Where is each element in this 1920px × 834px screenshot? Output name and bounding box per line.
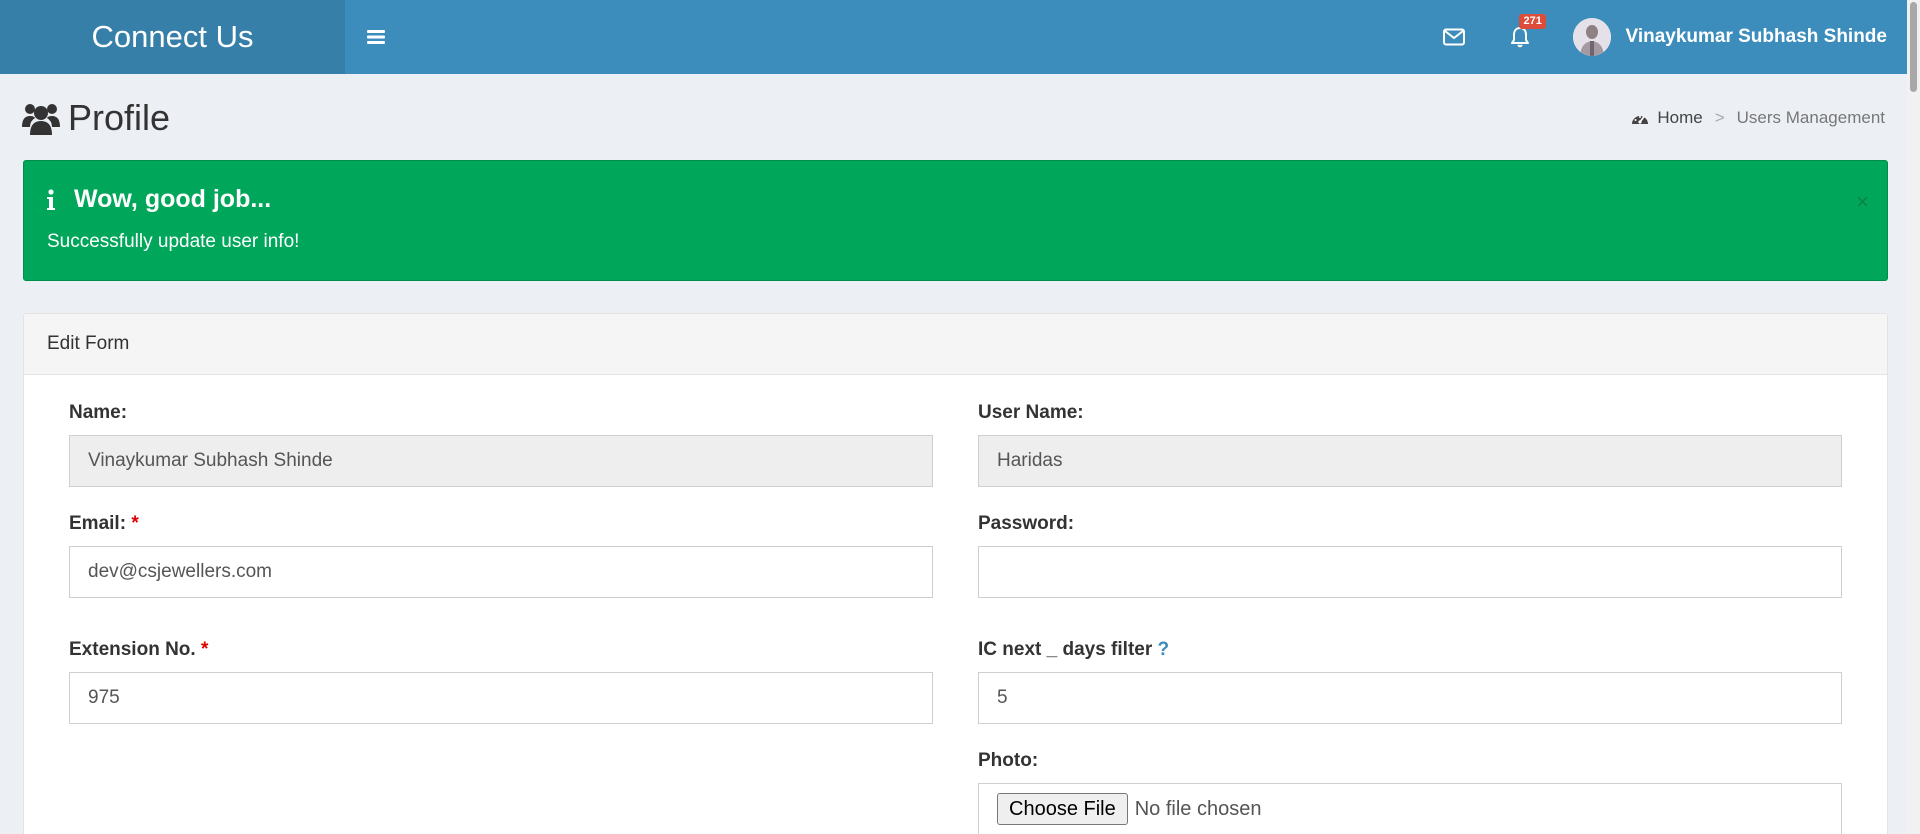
username-label: User Name: — [978, 402, 1084, 424]
username-label-text: User Name: — [978, 402, 1084, 423]
alert-title: Wow, good job... — [46, 185, 271, 214]
ic-filter-label: IC next _ days filter ? — [978, 639, 1169, 661]
breadcrumb: Home > Users Management — [1631, 108, 1885, 128]
box-title: Edit Form — [24, 314, 1887, 375]
success-alert: Wow, good job... Successfully update use… — [23, 160, 1888, 281]
dashboard-icon — [1632, 116, 1649, 124]
email-label: Email: * — [69, 513, 139, 535]
sidebar-toggle-button[interactable] — [345, 0, 407, 74]
page-title-text: Profile — [68, 97, 171, 138]
username-field[interactable]: Haridas — [978, 435, 1842, 487]
password-label-text: Password: — [978, 513, 1075, 534]
breadcrumb-home[interactable]: Home — [1631, 108, 1703, 128]
breadcrumb-separator: > — [1714, 108, 1725, 127]
top-navbar: Connect Us 271 Vinaykumar Subhash Shinde — [0, 0, 1907, 74]
navbar-right: 271 Vinaykumar Subhash Shinde — [1421, 0, 1907, 74]
notification-count-badge: 271 — [1519, 14, 1546, 29]
users-icon — [22, 104, 60, 135]
photo-label-text: Photo: — [978, 750, 1039, 771]
scrollbar-thumb[interactable] — [1910, 2, 1917, 92]
ic-filter-help-icon[interactable]: ? — [1158, 639, 1170, 660]
bell-icon — [1511, 27, 1530, 48]
photo-label: Photo: — [978, 750, 1038, 772]
content-header: Profile Home > Users Management — [22, 96, 1885, 140]
file-status-text: No file chosen — [1134, 797, 1262, 820]
extension-label-text: Extension No. — [69, 639, 196, 660]
page-title: Profile — [22, 97, 170, 139]
name-label-text: Name: — [69, 402, 128, 423]
breadcrumb-current: Users Management — [1736, 108, 1885, 127]
alert-message: Successfully update user info! — [47, 231, 300, 252]
extension-label: Extension No. * — [69, 639, 208, 661]
name-field[interactable]: Vinaykumar Subhash Shinde — [69, 435, 933, 487]
password-field[interactable] — [978, 546, 1842, 598]
page-scrollbar[interactable] — [1907, 0, 1920, 834]
notifications-button[interactable]: 271 — [1487, 0, 1553, 74]
breadcrumb-home-label: Home — [1657, 108, 1703, 127]
hamburger-icon — [367, 30, 385, 44]
name-label: Name: — [69, 402, 127, 424]
email-required-marker: * — [131, 513, 139, 534]
choose-file-button[interactable]: Choose File — [997, 793, 1128, 825]
extension-field[interactable]: 975 — [69, 672, 933, 724]
avatar — [1573, 18, 1612, 56]
email-field[interactable]: dev@csjewellers.com — [69, 546, 933, 598]
user-name: Vinaykumar Subhash Shinde — [1625, 26, 1887, 47]
ic-filter-field[interactable]: 5 — [978, 672, 1842, 724]
password-label: Password: — [978, 513, 1074, 535]
user-menu[interactable]: Vinaykumar Subhash Shinde — [1553, 0, 1887, 74]
messages-button[interactable] — [1421, 0, 1487, 74]
info-icon — [47, 188, 55, 210]
envelope-icon — [1443, 28, 1466, 46]
photo-file-input[interactable]: Choose File No file chosen — [978, 783, 1842, 834]
extension-required-marker: * — [200, 639, 209, 660]
app-logo[interactable]: Connect Us — [0, 0, 345, 74]
edit-form-box: Edit Form Name: Vinaykumar Subhash Shind… — [23, 313, 1888, 834]
alert-close-button[interactable]: × — [1856, 191, 1869, 213]
email-label-text: Email: — [69, 513, 127, 534]
ic-filter-label-text: IC next _ days filter — [978, 639, 1153, 660]
alert-title-text: Wow, good job... — [74, 185, 272, 213]
